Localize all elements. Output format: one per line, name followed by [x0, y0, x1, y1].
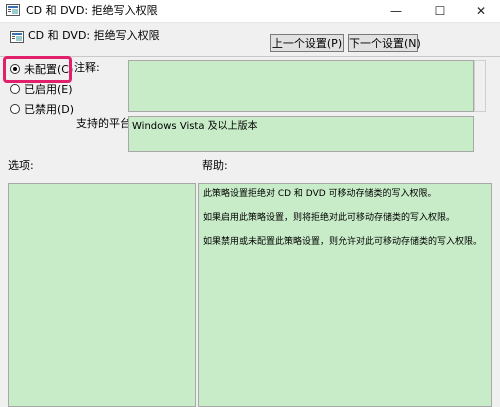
platform-value: Windows Vista 及以上版本 [128, 116, 474, 152]
minimize-button[interactable]: — [374, 0, 418, 22]
help-paragraph: 如果禁用或未配置此策略设置，则允许对此可移动存储类的写入权限。 [203, 237, 483, 247]
radio-unselected-icon [10, 84, 20, 94]
radio-unselected-icon [10, 104, 20, 114]
help-paragraph: 此策略设置拒绝对 CD 和 DVD 可移动存储类的写入权限。 [203, 189, 437, 199]
options-label: 选项: [8, 159, 34, 172]
previous-setting-button[interactable]: 上一个设置(P) [270, 34, 344, 52]
comment-textarea[interactable] [128, 60, 474, 112]
comment-label: 注释: [74, 61, 100, 74]
setting-title: CD 和 DVD: 拒绝写入权限 [28, 29, 160, 42]
divider [0, 56, 500, 57]
platform-label: 支持的平台: [76, 117, 135, 130]
radio-label: 已启用(E) [24, 83, 73, 96]
comment-scrollbar[interactable] [474, 60, 486, 112]
options-pane [8, 183, 196, 407]
policy-icon [6, 4, 20, 16]
window-title: CD 和 DVD: 拒绝写入权限 [26, 4, 158, 17]
policy-icon [10, 31, 24, 43]
radio-label: 已禁用(D) [24, 103, 75, 116]
help-paragraph: 如果启用此策略设置，则将拒绝对此可移动存储类的写入权限。 [203, 213, 456, 223]
help-pane: 此策略设置拒绝对 CD 和 DVD 可移动存储类的写入权限。 如果启用此策略设置… [198, 183, 492, 407]
close-button[interactable]: ✕ [462, 0, 500, 22]
highlight-annotation [3, 56, 72, 83]
help-label: 帮助: [202, 159, 228, 172]
next-setting-button[interactable]: 下一个设置(N) [348, 34, 421, 52]
maximize-button[interactable]: ☐ [418, 0, 462, 22]
